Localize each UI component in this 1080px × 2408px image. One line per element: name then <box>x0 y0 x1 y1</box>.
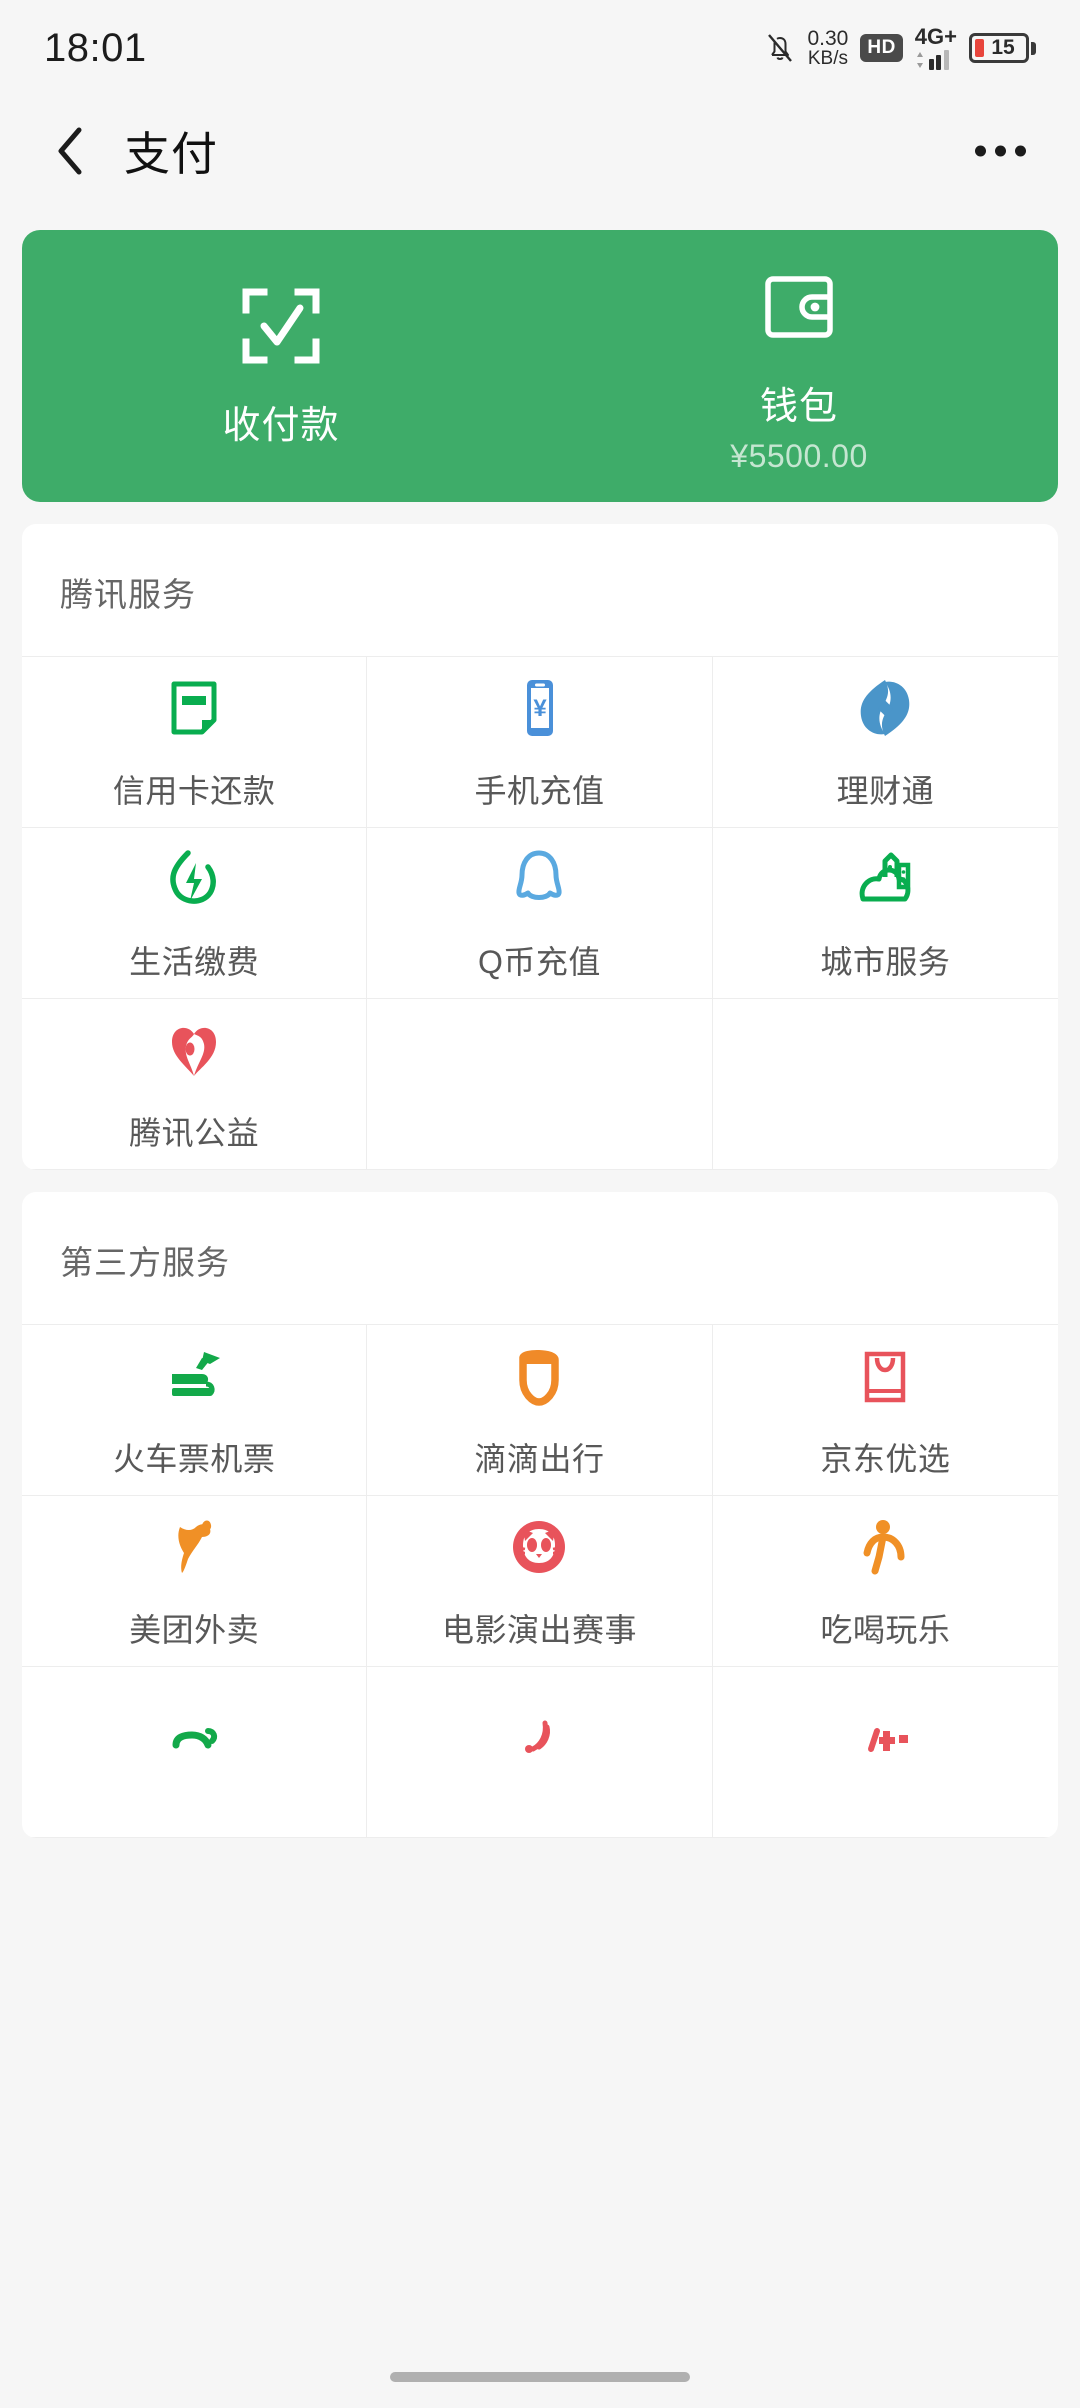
service-label: 信用卡还款 <box>112 773 276 809</box>
wallet-balance: ¥5500.00 <box>730 438 868 474</box>
svg-text:¥: ¥ <box>534 695 548 722</box>
payment-screen: 18:01 0.30 KB/s HD 4G+ 15 支付 收付款 钱包 ¥550… <box>0 0 1080 2408</box>
network-type-label: 4G+ <box>914 24 957 49</box>
status-clock: 18:01 <box>44 25 147 70</box>
cellular-signal-icon: 4G+ <box>915 26 957 70</box>
battery-icon: 15 <box>969 33 1036 63</box>
signal-red-icon <box>503 1705 575 1777</box>
dianping-person-icon <box>849 1511 921 1583</box>
signal-bars <box>915 50 956 70</box>
home-indicator-bar[interactable] <box>390 2372 690 2382</box>
tencent-services-title: 腾讯服务 <box>22 524 1058 657</box>
net-speed-value: 0.30 <box>807 27 849 50</box>
third-party-services-grid: 火车票机票 滴滴出行 京东优选 美团外卖 电影演出赛事 吃喝玩乐 <box>22 1325 1058 1838</box>
qq-coin-icon <box>503 843 575 915</box>
service-label: 生活缴费 <box>129 944 260 980</box>
receive-pay-label: 收付款 <box>222 404 340 447</box>
train-plane-icon <box>158 1340 230 1412</box>
scan-pay-icon <box>238 284 324 368</box>
more-options-icon <box>1015 145 1026 157</box>
service-label: Q币充值 <box>478 944 601 980</box>
service-label: 理财通 <box>836 773 935 809</box>
service-label: 美团外卖 <box>129 1612 260 1648</box>
jd-bag-icon <box>849 1340 921 1412</box>
service-item-partial-signal[interactable] <box>367 1667 713 1838</box>
page-title: 支付 <box>124 128 218 180</box>
navigation-bar: 支付 <box>0 96 1080 206</box>
mobile-topup-icon: ¥ <box>503 672 575 744</box>
service-label: 手机充值 <box>474 773 605 809</box>
payment-hero-card: 收付款 钱包 ¥5500.00 <box>22 230 1058 502</box>
chevron-left-icon <box>58 127 82 175</box>
grid-empty-cell <box>367 999 713 1170</box>
service-label: 吃喝玩乐 <box>820 1612 951 1648</box>
service-item-maoyan[interactable]: 电影演出赛事 <box>367 1496 713 1667</box>
wallet-action[interactable]: 钱包 ¥5500.00 <box>540 230 1058 502</box>
service-item-didi[interactable]: 滴滴出行 <box>367 1325 713 1496</box>
service-item-utility-bill[interactable]: 生活缴费 <box>22 828 368 999</box>
utility-bill-icon <box>158 843 230 915</box>
medical-cross-icon <box>849 1705 921 1777</box>
service-item-credit-card-repay[interactable]: 信用卡还款 <box>22 657 368 828</box>
charity-heart-icon <box>158 1014 230 1086</box>
more-options-icon <box>975 145 986 157</box>
service-item-charity[interactable]: 腾讯公益 <box>22 999 368 1170</box>
battery-percent-label: 15 <box>991 36 1015 59</box>
home-indicator <box>0 2346 1080 2408</box>
bell-muted-icon <box>765 31 795 65</box>
hd-badge-icon: HD <box>860 34 903 62</box>
tencent-services-grid: 信用卡还款 ¥ 手机充值 理财通 生活缴费 Q币充值 城市服务 腾讯公益 <box>22 657 1058 1170</box>
city-service-icon <box>849 843 921 915</box>
service-item-mobile-topup[interactable]: ¥ 手机充值 <box>367 657 713 828</box>
wallet-icon <box>756 265 842 349</box>
more-options-icon <box>995 145 1006 157</box>
service-item-train-plane[interactable]: 火车票机票 <box>22 1325 368 1496</box>
maoyan-cat-icon <box>503 1511 575 1583</box>
service-item-partial-medical[interactable] <box>712 1667 1058 1838</box>
grid-empty-cell <box>712 999 1058 1170</box>
wallet-label: 钱包 <box>759 386 838 428</box>
credit-card-repay-icon <box>158 672 230 744</box>
service-item-meituan[interactable]: 美团外卖 <box>22 1496 368 1667</box>
tencent-services-card: 腾讯服务 信用卡还款 ¥ 手机充值 理财通 生活缴费 Q币充值 城市服务 腾讯公… <box>22 524 1058 1170</box>
licaitong-icon <box>849 672 921 744</box>
receive-pay-action[interactable]: 收付款 <box>22 230 540 502</box>
more-options-button[interactable] <box>961 132 1040 171</box>
service-item-licaitong[interactable]: 理财通 <box>712 657 1058 828</box>
status-bar: 18:01 0.30 KB/s HD 4G+ 15 <box>0 0 1080 96</box>
status-icons: 0.30 KB/s HD 4G+ 15 <box>765 26 1036 70</box>
car-green-icon <box>158 1705 230 1777</box>
network-speed: 0.30 KB/s <box>807 28 848 68</box>
third-party-services-title: 第三方服务 <box>22 1192 1058 1325</box>
service-item-partial-car[interactable] <box>22 1667 368 1838</box>
service-label: 电影演出赛事 <box>441 1612 637 1648</box>
meituan-kangaroo-icon <box>158 1511 230 1583</box>
didi-icon <box>503 1340 575 1412</box>
third-party-services-card: 第三方服务 火车票机票 滴滴出行 京东优选 美团外卖 电影演出赛事 吃喝玩乐 <box>22 1192 1058 1838</box>
service-item-city-service[interactable]: 城市服务 <box>712 828 1058 999</box>
service-label: 城市服务 <box>820 944 951 980</box>
service-label: 滴滴出行 <box>474 1441 605 1477</box>
service-item-dianping[interactable]: 吃喝玩乐 <box>712 1496 1058 1667</box>
service-label: 火车票机票 <box>112 1441 276 1477</box>
net-speed-unit: KB/s <box>807 48 848 69</box>
service-label: 腾讯公益 <box>129 1115 260 1151</box>
service-item-jd-select[interactable]: 京东优选 <box>712 1325 1058 1496</box>
back-button[interactable] <box>40 121 100 181</box>
service-item-qq-coin[interactable]: Q币充值 <box>367 828 713 999</box>
service-label: 京东优选 <box>820 1441 951 1477</box>
